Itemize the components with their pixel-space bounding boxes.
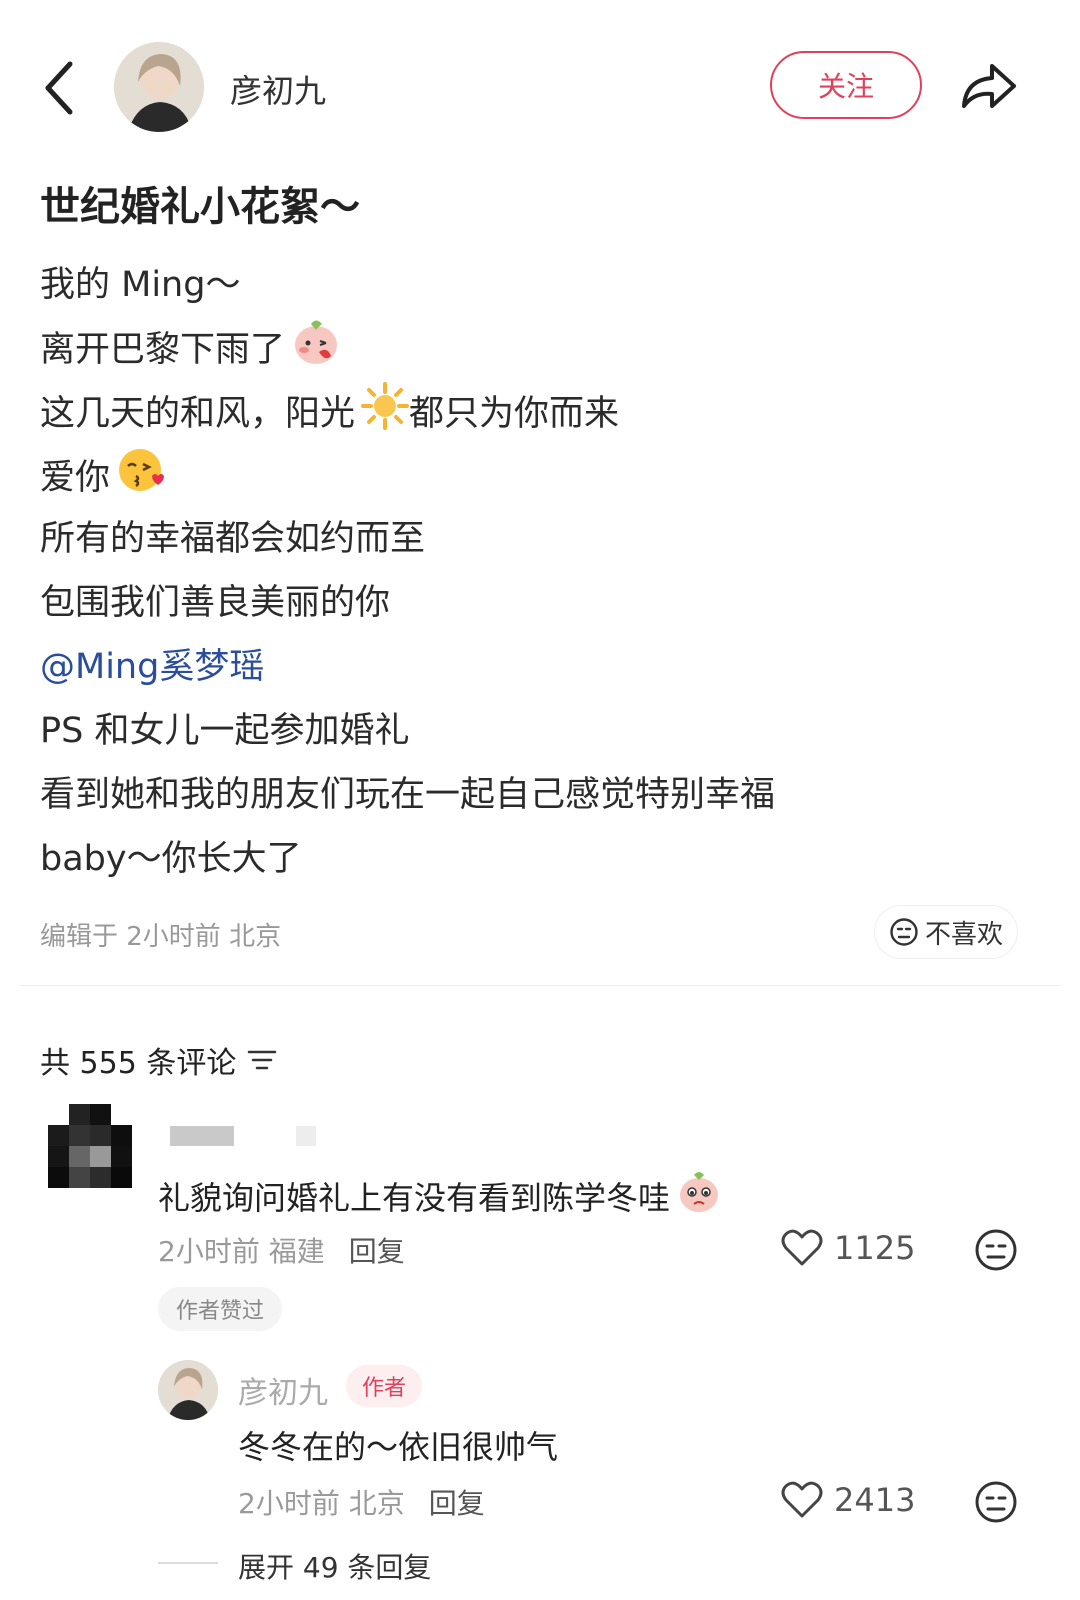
comment-count-header[interactable]: 共 555 条评论 bbox=[40, 1038, 278, 1082]
post-line-text: 看到她和我的朋友们玩在一起自己感觉特别幸福 bbox=[40, 775, 776, 815]
reply-time-location: 2小时前 北京 bbox=[238, 1487, 405, 1520]
neutral-face-icon bbox=[975, 1229, 1017, 1271]
post-line: 包围我们善良美丽的你 bbox=[40, 574, 390, 625]
reply-dislike-button[interactable] bbox=[974, 1480, 1018, 1528]
post-line-text: 离开巴黎下雨了 bbox=[40, 330, 286, 370]
commenter-avatar-pixelated[interactable] bbox=[48, 1104, 132, 1188]
post-line: 离开巴黎下雨了 bbox=[40, 318, 341, 375]
post-line: 我的 Ming～ bbox=[40, 256, 240, 307]
peach-blush-emoji-icon bbox=[291, 318, 341, 375]
divider bbox=[20, 985, 1060, 986]
mention-link[interactable]: @Ming奚梦瑶 bbox=[40, 638, 264, 689]
avatar-photo bbox=[114, 42, 204, 132]
reply-author-name[interactable]: 彦初九 bbox=[238, 1368, 328, 1412]
dislike-button[interactable]: 不喜欢 bbox=[874, 905, 1018, 959]
comment-text: 礼貌询问婚礼上有没有看到陈学冬哇 bbox=[158, 1170, 722, 1222]
heart-icon bbox=[781, 1229, 823, 1266]
reply-reply-button[interactable]: 回复 bbox=[429, 1482, 485, 1522]
neutral-face-icon bbox=[890, 918, 918, 946]
comment-dislike-button[interactable] bbox=[974, 1228, 1018, 1276]
post-line-text: 所有的幸福都会如约而至 bbox=[40, 519, 426, 559]
post-line-text: baby～你长大了 bbox=[40, 839, 302, 879]
comment-reply-button[interactable]: 回复 bbox=[349, 1230, 405, 1270]
post-edit-meta: 编辑于 2小时前 北京 bbox=[40, 922, 282, 952]
post-line-text: 我的 Ming～ bbox=[40, 265, 241, 305]
sun-emoji-icon bbox=[361, 382, 410, 439]
reply-author-avatar[interactable] bbox=[158, 1360, 218, 1420]
back-button[interactable] bbox=[38, 58, 86, 118]
reply-meta-row: 2小时前 北京 回复 bbox=[238, 1482, 485, 1522]
kiss-heart-emoji-icon bbox=[116, 446, 166, 503]
post-line-text: 爱你 bbox=[40, 458, 111, 498]
post-line-text: PS 和女儿一起参加婚礼 bbox=[40, 711, 410, 751]
author-avatar[interactable] bbox=[114, 42, 204, 132]
commenter-name-blurred bbox=[170, 1126, 234, 1146]
author-liked-badge: 作者赞过 bbox=[158, 1287, 282, 1331]
post-line-text: 这几天的和风，阳光 bbox=[40, 394, 356, 434]
reply-like-count: 2413 bbox=[834, 1481, 916, 1519]
comment-count-label: 共 555 条评论 bbox=[40, 1046, 237, 1081]
peach-sad-emoji-icon bbox=[676, 1170, 722, 1222]
neutral-face-icon bbox=[975, 1481, 1017, 1523]
post-line: 看到她和我的朋友们玩在一起自己感觉特别幸福 bbox=[40, 766, 775, 817]
post-line: 所有的幸福都会如约而至 bbox=[40, 510, 425, 561]
back-chevron-icon bbox=[45, 61, 73, 115]
sort-filter-icon bbox=[248, 1050, 277, 1070]
comment-meta-row: 2小时前 福建 回复 bbox=[158, 1230, 405, 1270]
post-line: 爱你 bbox=[40, 446, 166, 503]
commenter-badge-blurred bbox=[296, 1126, 316, 1146]
follow-button[interactable]: 关注 bbox=[770, 51, 922, 119]
comment-text-content: 礼貌询问婚礼上有没有看到陈学冬哇 bbox=[158, 1179, 671, 1217]
expand-replies-button[interactable]: 展开 49 条回复 bbox=[238, 1546, 431, 1586]
post-title: 世纪婚礼小花絮～ bbox=[40, 184, 360, 230]
comment-like-button[interactable]: 1125 bbox=[780, 1228, 915, 1268]
dislike-label: 不喜欢 bbox=[924, 919, 1003, 950]
author-tag-badge: 作者 bbox=[346, 1365, 422, 1407]
comment-time-location: 2小时前 福建 bbox=[158, 1235, 325, 1268]
reply-text: 冬冬在的～依旧很帅气 bbox=[238, 1428, 559, 1466]
top-bar: 彦初九 关注 bbox=[0, 0, 1080, 170]
post-line: baby～你长大了 bbox=[40, 830, 302, 881]
post-line-text: 都只为你而来 bbox=[409, 394, 620, 434]
share-button[interactable] bbox=[958, 56, 1018, 116]
share-arrow-icon bbox=[962, 64, 1016, 108]
post-line: @Ming奚梦瑶 bbox=[40, 638, 264, 689]
comment-like-count: 1125 bbox=[834, 1229, 916, 1267]
author-name[interactable]: 彦初九 bbox=[230, 66, 326, 112]
post-line: PS 和女儿一起参加婚礼 bbox=[40, 702, 409, 753]
post-line: 这几天的和风，阳光 都只为你而来 bbox=[40, 382, 619, 439]
reply-like-button[interactable]: 2413 bbox=[780, 1480, 915, 1520]
post-line-text: 包围我们善良美丽的你 bbox=[40, 583, 391, 623]
expand-divider bbox=[158, 1562, 218, 1564]
avatar-photo bbox=[158, 1360, 218, 1420]
heart-icon bbox=[781, 1481, 823, 1518]
